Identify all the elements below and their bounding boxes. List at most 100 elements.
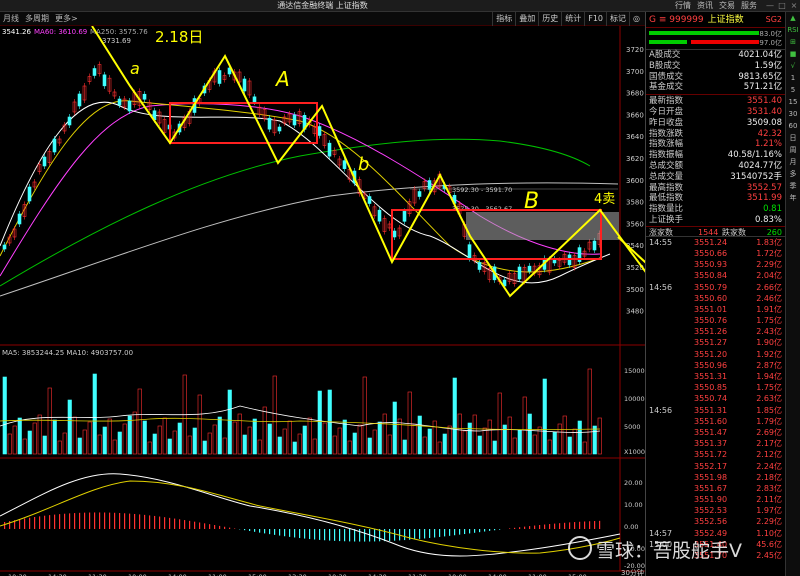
candle-body <box>477 262 482 270</box>
macd-bar <box>309 529 311 540</box>
tick-list[interactable]: 14:55 3551.24 1.83亿 3550.66 1.72亿 3550.93 2.29… <box>646 237 785 561</box>
tick-chg: 1.85亿 <box>756 405 782 415</box>
index-stat-row: 今日开盘 3531.40 <box>646 107 785 118</box>
sidebar-item-13[interactable]: 多 <box>786 168 800 180</box>
macd-bar <box>324 529 326 541</box>
turnover-value: 571.21亿 <box>743 82 782 93</box>
index-stat-row: 指数涨幅 1.21% <box>646 139 785 150</box>
macd-bar <box>579 521 581 529</box>
menu-quotes[interactable]: 行情 <box>675 0 691 12</box>
index-stat-label: 指数振幅 <box>649 150 684 161</box>
tick-row: 3550.66 1.72亿 <box>646 248 785 259</box>
quote-tag[interactable]: SG2 <box>766 12 782 28</box>
macd-bar <box>74 513 76 529</box>
macd-bar <box>594 521 596 529</box>
tick-chg: 1.83亿 <box>756 237 782 247</box>
maximize-icon[interactable]: □ <box>776 0 788 12</box>
macd-bar <box>529 526 531 529</box>
target-icon[interactable]: ◎ <box>629 12 643 26</box>
volume-bar <box>302 425 307 455</box>
tick-row: 3550.60 2.46亿 <box>646 293 785 304</box>
sidebar-item-7[interactable]: 15 <box>786 96 800 108</box>
tick-row: 3552.56 2.29亿 <box>646 516 785 527</box>
flow-value-2: 97.0亿 <box>759 39 782 47</box>
close-icon[interactable]: × <box>788 0 800 12</box>
macd-bar <box>384 529 386 542</box>
volume-bar <box>352 432 357 455</box>
macd-bar <box>484 529 486 532</box>
sidebar-item-14[interactable]: 季 <box>786 180 800 192</box>
macd-bar <box>244 529 246 531</box>
tick-row: 3551.72 2.12亿 <box>646 449 785 460</box>
tool-more[interactable]: 更多> <box>55 12 78 26</box>
sidebar-item-4[interactable]: √ <box>786 60 800 72</box>
volume-bar <box>177 422 182 455</box>
tool-mark[interactable]: 标记 <box>606 12 629 26</box>
menu-news[interactable]: 资讯 <box>697 0 713 12</box>
tool-overlay[interactable]: 叠加 <box>515 12 538 26</box>
candle-body <box>527 265 532 272</box>
volume-tick: 15000 <box>624 367 645 375</box>
sidebar-item-5[interactable]: 1 <box>786 72 800 84</box>
volume-bar <box>367 437 372 455</box>
macd-bar <box>89 512 91 529</box>
macd-bar <box>494 529 496 531</box>
volume-bar <box>567 436 572 455</box>
candle-body <box>142 93 147 100</box>
index-stat-value: 40.58/1.16% <box>727 150 782 161</box>
sidebar-item-1[interactable]: RSI <box>786 24 800 36</box>
code-prefix-icon: G ≡ <box>649 15 670 25</box>
xueqiu-logo-icon <box>568 536 592 560</box>
sidebar-item-8[interactable]: 30 <box>786 108 800 120</box>
sidebar-item-10[interactable]: 日 <box>786 132 800 144</box>
sidebar-item-12[interactable]: 月 <box>786 156 800 168</box>
tick-chg: 2.29亿 <box>756 517 782 527</box>
menu-trade[interactable]: 交易 <box>719 0 735 12</box>
macd-bar <box>444 529 446 537</box>
index-stat-value: 3511.99 <box>746 193 782 204</box>
sidebar-item-0[interactable]: ▲ <box>786 12 800 24</box>
tick-row: 14:56 3551.31 1.85亿 <box>646 405 785 416</box>
tool-indicator[interactable]: 指标 <box>492 12 515 26</box>
macd-bar <box>179 519 181 529</box>
tick-chg: 1.94亿 <box>756 372 782 381</box>
tick-price: 3551.47 <box>694 427 728 437</box>
tick-row: 3552.17 2.24亿 <box>646 461 785 472</box>
tick-chg: 2.46亿 <box>756 293 782 303</box>
tool-history[interactable]: 历史 <box>538 12 561 26</box>
outflow-bar-red <box>691 40 759 44</box>
macd-bar <box>389 529 391 541</box>
sidebar-item-15[interactable]: 年 <box>786 192 800 204</box>
sidebar-item-3[interactable]: ■ <box>786 48 800 60</box>
tick-chg: 2.17亿 <box>756 439 782 449</box>
candle-body <box>267 117 272 130</box>
tool-monthly[interactable]: 月线 <box>3 12 19 26</box>
candle-body <box>317 126 322 136</box>
kline-chart[interactable]: 3541.26 MA60: 3610.69 MA250: 3575.76 373… <box>0 25 685 576</box>
volume-bar <box>452 377 457 455</box>
macd-bar <box>99 512 101 529</box>
tool-f10[interactable]: F10 <box>584 12 606 26</box>
volume-bar <box>392 401 397 455</box>
minimize-icon[interactable]: — <box>764 0 776 12</box>
volume-bar <box>252 418 257 455</box>
turnover-label: 基金成交 <box>649 82 684 93</box>
price-tick: 3620 <box>626 155 644 163</box>
macd-bar <box>159 516 161 529</box>
sidebar-item-9[interactable]: 60 <box>786 120 800 132</box>
macd-bar <box>29 517 31 529</box>
tick-row: 3551.47 2.69亿 <box>646 427 785 438</box>
tick-chg: 2.29亿 <box>756 260 782 270</box>
tool-statistics[interactable]: 统计 <box>561 12 584 26</box>
index-stat-value: 0.81 <box>763 204 782 215</box>
tick-chg: 1.75亿 <box>756 316 782 326</box>
sidebar-item-2[interactable]: ⊞ <box>786 36 800 48</box>
index-stat-label: 今日开盘 <box>649 106 684 117</box>
index-stat-value: 42.32 <box>757 128 782 139</box>
tool-multi-period[interactable]: 多周期 <box>25 12 49 26</box>
sidebar-item-6[interactable]: 5 <box>786 84 800 96</box>
tick-price: 3550.79 <box>694 282 728 292</box>
sidebar-item-11[interactable]: 周 <box>786 144 800 156</box>
chart-area[interactable]: 3541.26 MA60: 3610.69 MA250: 3575.76 373… <box>0 25 685 576</box>
macd-bar <box>284 529 286 537</box>
